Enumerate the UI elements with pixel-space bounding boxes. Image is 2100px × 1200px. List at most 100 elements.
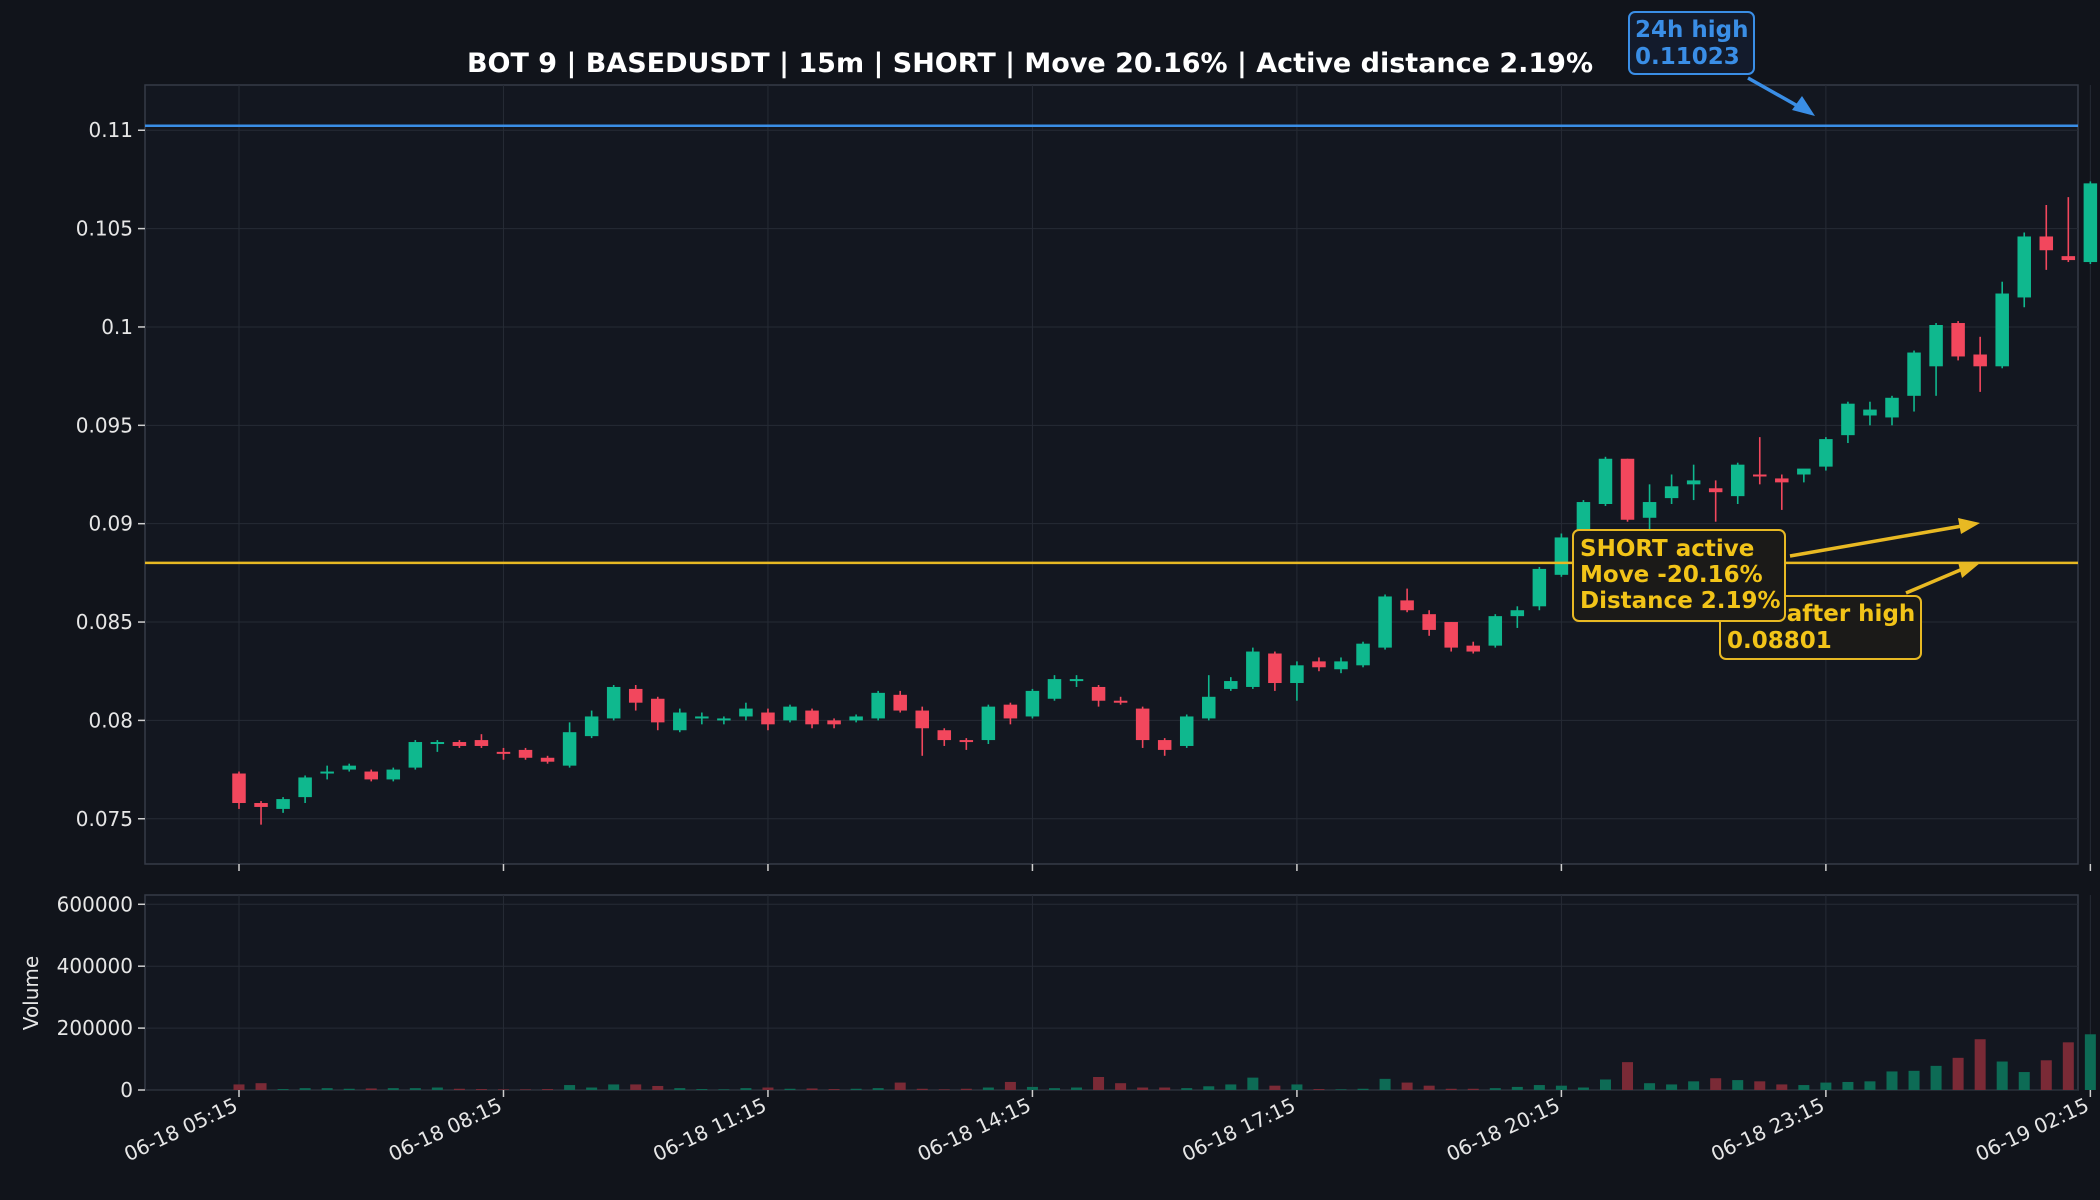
candle-body bbox=[1157, 740, 1172, 750]
volume-bar-down bbox=[233, 1084, 245, 1090]
volume-bar-up bbox=[1203, 1086, 1215, 1090]
candle-body bbox=[1598, 458, 1613, 505]
volume-panel bbox=[144, 894, 2079, 1091]
volume-bar-up bbox=[343, 1088, 355, 1090]
volume-bar-down bbox=[453, 1088, 465, 1090]
candle-body bbox=[981, 706, 996, 741]
candle-body bbox=[1312, 661, 1326, 668]
candle-body bbox=[1091, 686, 1106, 701]
volume-tick-label: 0 bbox=[120, 1078, 133, 1102]
candle-up bbox=[2017, 232, 2031, 308]
volume-bar-up bbox=[1798, 1085, 1810, 1090]
candle-body bbox=[1730, 464, 1745, 497]
volume-bar-down bbox=[1622, 1062, 1634, 1090]
volume-bar-up bbox=[1930, 1065, 1942, 1090]
volume-bar-down bbox=[475, 1089, 487, 1090]
candle-body bbox=[893, 694, 907, 711]
candle-body bbox=[783, 706, 797, 721]
short-active-line-2: Move -20.16% bbox=[1580, 562, 1763, 588]
candle-up bbox=[1488, 614, 1503, 648]
price-tick-label: 0.08 bbox=[88, 708, 133, 732]
volume-bar-up bbox=[740, 1088, 752, 1090]
volume-bar-down bbox=[894, 1082, 906, 1090]
candle-up bbox=[1532, 566, 1547, 611]
candle-body bbox=[1378, 596, 1392, 648]
candle-body bbox=[651, 698, 665, 723]
candle-body bbox=[518, 749, 533, 758]
candle-body bbox=[1135, 708, 1150, 741]
volume-bar-up bbox=[1048, 1088, 1060, 1090]
candle-body bbox=[1113, 700, 1128, 703]
volume-bar-up bbox=[586, 1087, 598, 1090]
volume-bar-up bbox=[1511, 1086, 1523, 1090]
price-tick-label: 0.09 bbox=[88, 512, 133, 536]
volume-bar-down bbox=[2040, 1060, 2052, 1090]
volume-bar-down bbox=[1313, 1089, 1325, 1090]
candle-up bbox=[2083, 181, 2098, 265]
volume-bar-up bbox=[2018, 1072, 2030, 1090]
candle-up bbox=[1356, 641, 1370, 668]
candle-body bbox=[276, 799, 290, 809]
volume-bar-up bbox=[674, 1088, 686, 1090]
candle-down bbox=[1444, 622, 1458, 652]
candle-body bbox=[805, 710, 819, 725]
candle-body bbox=[1797, 468, 1811, 475]
candle-body bbox=[2039, 236, 2054, 251]
volume-bar-down bbox=[1269, 1085, 1281, 1090]
candle-body bbox=[1025, 690, 1040, 717]
candle-body bbox=[1444, 622, 1458, 648]
candle-body bbox=[1951, 323, 1965, 357]
volume-bar-down bbox=[1401, 1082, 1413, 1090]
volume-bar-up bbox=[1225, 1084, 1237, 1090]
volume-bar-down bbox=[497, 1089, 509, 1090]
candle-body bbox=[1334, 661, 1348, 670]
candle-up bbox=[783, 704, 797, 723]
volume-bar-up bbox=[1577, 1087, 1589, 1090]
volume-bar-down bbox=[1115, 1083, 1127, 1090]
volume-bar-down bbox=[1159, 1087, 1171, 1090]
volume-bar-down bbox=[828, 1089, 840, 1090]
candle-body bbox=[1753, 474, 1767, 477]
candle-body bbox=[1510, 610, 1525, 617]
candle-body bbox=[496, 751, 511, 754]
volume-bar-up bbox=[1291, 1084, 1303, 1090]
volume-bar-up bbox=[872, 1088, 884, 1090]
candle-body bbox=[1003, 704, 1018, 719]
volume-bar-down bbox=[365, 1088, 377, 1090]
candle-body bbox=[2017, 236, 2031, 298]
candle-body bbox=[1290, 665, 1304, 684]
volume-bar-down bbox=[255, 1083, 267, 1090]
candle-body bbox=[1775, 478, 1789, 483]
volume-bar-down bbox=[630, 1084, 642, 1090]
volume-bar-up bbox=[1335, 1089, 1347, 1090]
candle-up bbox=[386, 767, 401, 782]
volume-bar-up bbox=[1666, 1084, 1678, 1090]
candle-down bbox=[1951, 321, 1965, 361]
short-active-line-1: SHORT active bbox=[1580, 536, 1754, 562]
volume-bar-up bbox=[1181, 1088, 1193, 1090]
candle-body bbox=[474, 740, 489, 746]
candle-body bbox=[1819, 439, 1833, 467]
candle-body bbox=[1973, 354, 1987, 367]
volume-bar-down bbox=[1776, 1084, 1788, 1090]
short-active-line-3: Distance 2.19% bbox=[1580, 588, 1781, 614]
candle-body bbox=[1995, 293, 2009, 367]
candle-body bbox=[739, 708, 753, 717]
candle-up bbox=[1179, 714, 1194, 748]
volume-bar-up bbox=[982, 1087, 994, 1090]
candle-body bbox=[364, 771, 378, 780]
volume-tick-label: 400000 bbox=[57, 954, 133, 978]
candle-body bbox=[915, 710, 929, 729]
candle-body bbox=[1841, 403, 1855, 436]
volume-bar-up bbox=[1379, 1078, 1391, 1090]
24h-high-label: 24h high bbox=[1635, 17, 1748, 43]
volume-bar-down bbox=[1974, 1039, 1986, 1090]
candle-body bbox=[452, 742, 467, 746]
candle-body bbox=[1356, 643, 1370, 666]
volume-bar-up bbox=[1688, 1081, 1700, 1090]
candle-body bbox=[1554, 537, 1569, 575]
volume-bar-down bbox=[960, 1088, 972, 1090]
candle-body bbox=[1268, 653, 1282, 684]
volume-bar-down bbox=[1423, 1085, 1435, 1090]
volume-bar-up bbox=[784, 1088, 796, 1090]
